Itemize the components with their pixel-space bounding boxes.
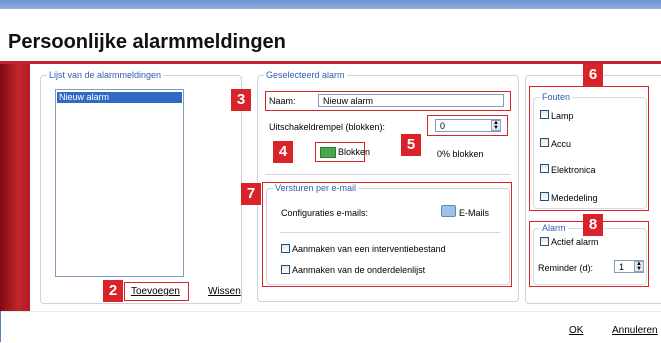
percent-blocks-label: 0% blokken	[437, 149, 484, 159]
selected-group-separator	[265, 174, 510, 175]
spinner-down-icon[interactable]: ▼	[492, 125, 500, 131]
emails-button[interactable]: E-Mails	[459, 208, 489, 218]
threshold-label: Uitschakeldrempel (blokken):	[269, 122, 386, 132]
fault-lamp-label[interactable]: Lamp	[551, 111, 574, 121]
footer-bar	[0, 311, 661, 343]
fault-accu-label[interactable]: Accu	[551, 139, 571, 149]
intervention-label[interactable]: Aanmaken van een interventiebestand	[292, 244, 446, 254]
blocks-label[interactable]: Blokken	[338, 147, 370, 157]
fault-lamp-checkbox[interactable]	[540, 110, 549, 119]
email-legend: Versturen per e-mail	[273, 183, 359, 193]
list-item-nieuw-alarm[interactable]: Nieuw alarm	[57, 92, 182, 103]
alarm-list[interactable]: Nieuw alarm	[55, 89, 184, 277]
window-titlebar	[0, 0, 661, 9]
reminder-label: Reminder (d):	[538, 263, 594, 273]
email-icon[interactable]	[441, 205, 456, 217]
callout-3-badge: 3	[231, 89, 251, 111]
faults-legend: Fouten	[540, 92, 573, 102]
email-separator	[280, 232, 500, 233]
active-alarm-label[interactable]: Actief alarm	[551, 237, 599, 247]
delete-link[interactable]: Wissen	[208, 286, 241, 297]
callout-7-badge: 7	[241, 183, 261, 205]
active-alarm-checkbox[interactable]	[540, 237, 549, 246]
alarm-list-legend: Lijst van de alarmmeldingen	[47, 70, 164, 80]
callout-2-badge: 2	[103, 280, 123, 302]
name-label: Naam:	[269, 96, 296, 106]
reminder-spinner[interactable]: ▲ ▼	[634, 261, 644, 272]
decorative-red-sidebar	[0, 64, 30, 311]
email-config-label: Configuraties e-mails:	[281, 208, 369, 218]
fault-mededeling-checkbox[interactable]	[540, 192, 549, 201]
name-input[interactable]: Nieuw alarm	[318, 94, 504, 107]
fault-elektronica-checkbox[interactable]	[540, 164, 549, 173]
add-link[interactable]: Toevoegen	[131, 286, 180, 297]
intervention-checkbox[interactable]	[281, 244, 290, 253]
selected-alarm-legend: Geselecteerd alarm	[264, 70, 347, 80]
alarm-legend: Alarm	[540, 223, 568, 233]
fault-accu-checkbox[interactable]	[540, 138, 549, 147]
cancel-button[interactable]: Annuleren	[612, 325, 658, 336]
parts-list-checkbox[interactable]	[281, 265, 290, 274]
fault-mededeling-label[interactable]: Mededeling	[551, 193, 598, 203]
callout-6-badge: 6	[583, 64, 603, 86]
ok-button[interactable]: OK	[569, 325, 583, 336]
window-left-border	[0, 311, 1, 342]
callout-8-badge: 8	[583, 214, 603, 236]
threshold-spinner[interactable]: ▲ ▼	[491, 120, 501, 131]
title-divider	[0, 61, 661, 64]
blocks-icon	[320, 147, 336, 158]
reminder-down-icon[interactable]: ▼	[635, 266, 643, 272]
page-title: Persoonlijke alarmmeldingen	[8, 31, 286, 53]
callout-5-badge: 5	[401, 134, 421, 156]
callout-4-badge: 4	[273, 141, 293, 163]
parts-list-label[interactable]: Aanmaken van de onderdelenlijst	[292, 265, 425, 275]
fault-elektronica-label[interactable]: Elektronica	[551, 165, 596, 175]
